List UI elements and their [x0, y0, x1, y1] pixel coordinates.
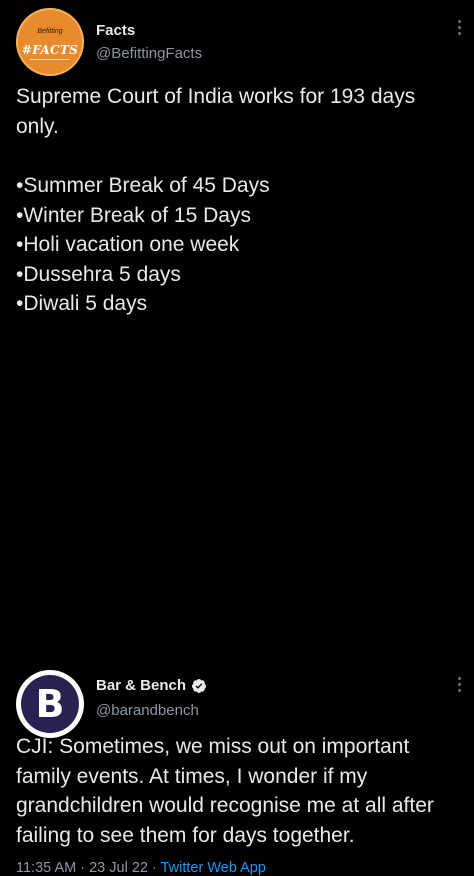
tweet-source-app[interactable]: Twitter Web App	[161, 860, 266, 876]
avatar-ring	[16, 8, 84, 76]
tweet-date[interactable]: 23 Jul 22	[89, 860, 148, 876]
author-handle[interactable]: @BefittingFacts	[96, 45, 202, 62]
meta-separator: ·	[80, 860, 86, 876]
author-handle[interactable]: @barandbench	[96, 702, 199, 719]
verified-badge-icon	[192, 678, 207, 693]
tweet-intro: Supreme Court of India works for 193 day…	[16, 85, 416, 138]
avatar-facts[interactable]: Befitting #FACTS	[16, 8, 84, 76]
avatar-inner: B	[21, 675, 79, 733]
more-options-icon[interactable]	[456, 20, 462, 35]
bullet-item: •Diwali 5 days	[16, 292, 148, 315]
meta-separator: ·	[152, 860, 157, 876]
main-tweet[interactable]: B Bar & Bench @barandbench CJI: Sometime…	[0, 330, 474, 876]
avatar-underline	[30, 59, 70, 60]
author-name[interactable]: Facts	[96, 22, 135, 39]
bullet-item: •Winter Break of 15 Days	[16, 203, 251, 227]
avatar-barandbench[interactable]: B	[16, 670, 84, 738]
bullet-item: •Dussehra 5 days	[16, 262, 181, 286]
tweet-meta: 11:35 AM · 23 Jul 22 · Twitter Web App	[16, 860, 266, 876]
avatar-logo-text: #FACTS	[21, 43, 79, 57]
quoted-tweet[interactable]: Befitting #FACTS Facts @BefittingFacts S…	[0, 0, 474, 330]
more-options-icon[interactable]	[456, 677, 462, 692]
bullet-item: •Holi vacation one week	[16, 233, 240, 256]
avatar-letter: B	[35, 682, 65, 726]
bullet-item: •Summer Break of 45 Days	[16, 174, 270, 197]
author-name-row[interactable]: Bar & Bench	[96, 677, 207, 694]
author-name[interactable]: Bar & Bench	[96, 677, 186, 694]
tweet-text: CJI: Sometimes, we miss out on important…	[16, 735, 434, 847]
tweet-time[interactable]: 11:35 AM	[16, 860, 76, 876]
avatar-small-text: Befitting	[37, 28, 63, 35]
tweet-text: Supreme Court of India works for 193 day…	[16, 82, 462, 319]
